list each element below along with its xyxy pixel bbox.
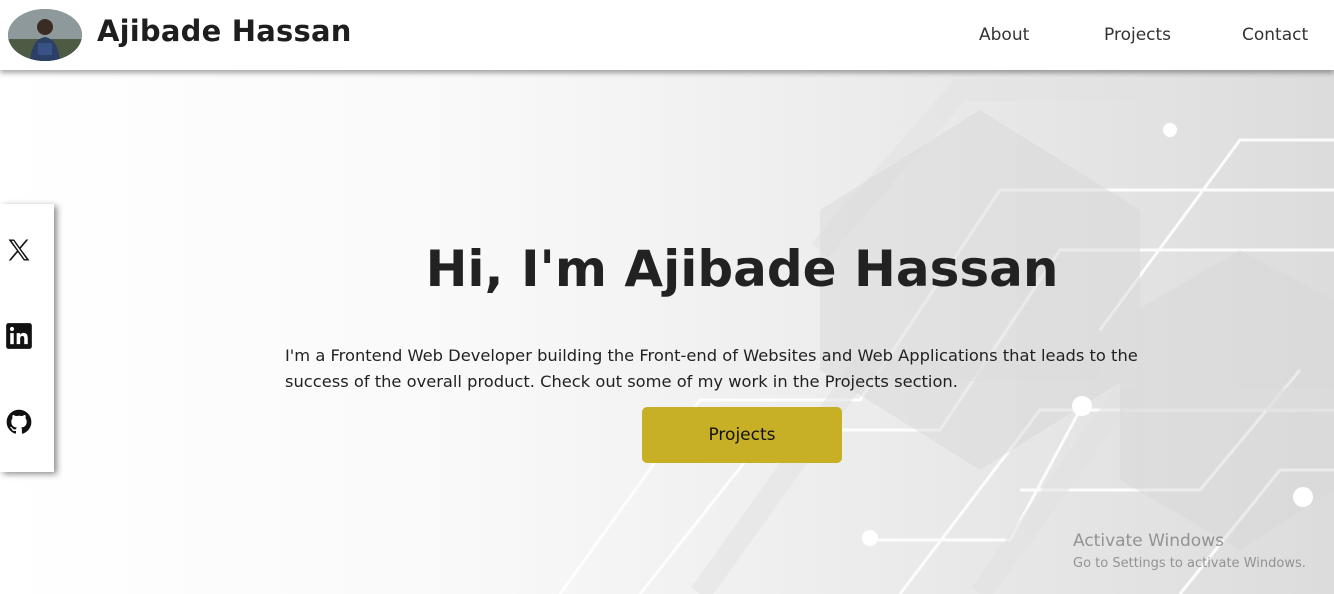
- brand-name[interactable]: Ajibade Hassan: [97, 14, 352, 48]
- social-sidebar: [0, 204, 54, 472]
- linkedin-icon[interactable]: [5, 322, 33, 350]
- nav-projects[interactable]: Projects: [1104, 25, 1171, 45]
- avatar: [8, 9, 82, 61]
- projects-button[interactable]: Projects: [642, 407, 842, 463]
- activate-windows-title: Activate Windows: [1073, 531, 1224, 551]
- hero-background: [0, 70, 1334, 594]
- nav-contact[interactable]: Contact: [1242, 25, 1308, 45]
- circuit-pattern: [558, 79, 1334, 594]
- activate-windows-subtitle: Go to Settings to activate Windows.: [1073, 556, 1306, 571]
- hero-description: I'm a Frontend Web Developer building th…: [285, 346, 1138, 391]
- site-header: Ajibade Hassan About Projects Contact: [0, 0, 1334, 70]
- nav-about[interactable]: About: [979, 25, 1029, 45]
- person-photo-icon: [8, 9, 82, 61]
- github-icon[interactable]: [5, 408, 33, 436]
- hero-title: Hi, I'm Ajibade Hassan: [425, 240, 1059, 298]
- x-twitter-icon[interactable]: [5, 236, 33, 264]
